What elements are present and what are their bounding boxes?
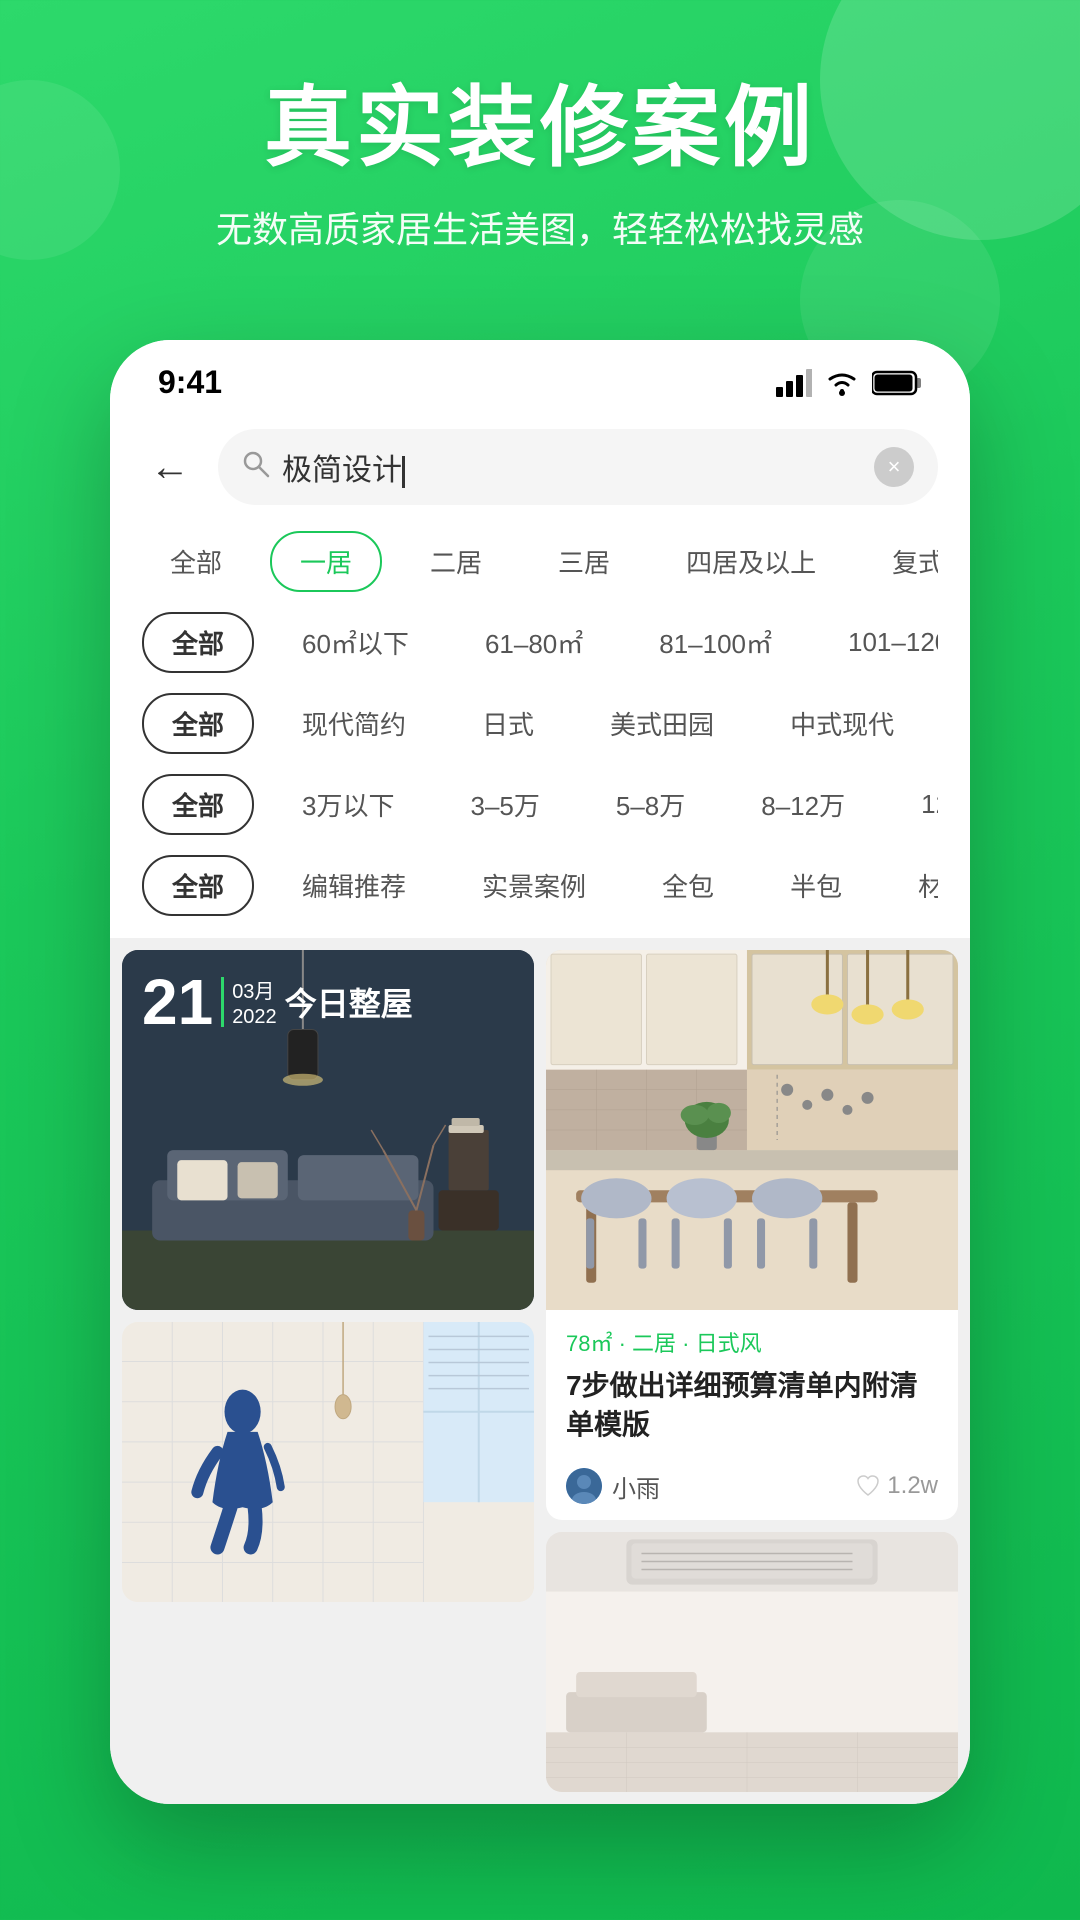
hero-subtitle: 无数高质家居生活美图，轻轻松松找灵感 (0, 201, 1080, 253)
search-query: 极简设计 (282, 445, 862, 489)
filter-all-styles[interactable]: 全部 (142, 693, 254, 754)
filter-budget-3w[interactable]: 3万以下 (274, 776, 422, 833)
filter-2bedroom[interactable]: 二居 (402, 533, 510, 590)
author-name: 小雨 (612, 1469, 660, 1504)
author-avatar (566, 1468, 602, 1504)
signal-icon (776, 369, 812, 397)
filter-3bedroom[interactable]: 三居 (530, 533, 638, 590)
filter-all-area[interactable]: 全部 (142, 612, 254, 673)
filter-all-budgets[interactable]: 全部 (142, 774, 254, 835)
ceiling-bg (546, 1532, 958, 1792)
left-column: 21 03月 2022 今日整屋 (122, 950, 534, 1792)
filter-half-package[interactable]: 半包 (762, 857, 870, 914)
status-bar: 9:41 (110, 340, 970, 413)
status-icons (776, 369, 922, 397)
filter-all-types[interactable]: 全部 (142, 855, 254, 916)
filter-full-package[interactable]: 全包 (634, 857, 742, 914)
filter-modern-simple[interactable]: 现代简约 (274, 695, 434, 752)
today-year: 2022 (232, 1006, 277, 1029)
filter-budget-5-8w[interactable]: 5–8万 (588, 776, 713, 833)
status-time: 9:41 (158, 364, 222, 401)
search-input-container[interactable]: 极简设计 × (218, 429, 938, 505)
kitchen-card-footer: 小雨 1.2w (546, 1460, 958, 1520)
today-divider (221, 977, 224, 1027)
filter-american-garden[interactable]: 美式田园 (582, 695, 742, 752)
today-month: 03月 (232, 975, 277, 1004)
kitchen-image (546, 950, 958, 1310)
filter-81-100sqm[interactable]: 81–100㎡ (631, 614, 800, 671)
kitchen-card-info: 78㎡ · 二居 · 日式风 7步做出详细预算清单内附清单模版 (546, 1310, 958, 1460)
filter-row-room-type: 全部 一居 二居 三居 四居及以上 复式 (142, 521, 938, 602)
filter-editor-pick[interactable]: 编辑推荐 (274, 857, 434, 914)
filter-japanese[interactable]: 日式 (454, 695, 562, 752)
text-cursor (402, 456, 405, 488)
hero-title: 真实装修案例 (0, 80, 1080, 177)
filter-row-budget: 全部 3万以下 3–5万 5–8万 8–12万 12+ (142, 764, 938, 845)
clear-search-button[interactable]: × (874, 447, 914, 487)
right-column: 78㎡ · 二居 · 日式风 7步做出详细预算清单内附清单模版 小雨 (546, 950, 958, 1792)
filter-1bedroom[interactable]: 一居 (270, 531, 382, 592)
battery-icon (872, 370, 922, 396)
filter-row-type: 全部 编辑推荐 实景案例 全包 半包 材料 (142, 845, 938, 926)
today-day: 21 (142, 970, 213, 1034)
today-label: 今日整屋 (285, 979, 413, 1025)
filter-material[interactable]: 材料 (890, 857, 938, 914)
filter-budget-3-5w[interactable]: 3–5万 (442, 776, 567, 833)
filter-chinese-modern[interactable]: 中式现代 (762, 695, 922, 752)
today-feature-card[interactable]: 21 03月 2022 今日整屋 (122, 950, 534, 1310)
ceiling-room-card[interactable] (546, 1532, 958, 1792)
filter-60sqm[interactable]: 60㎡以下 (274, 614, 437, 671)
filter-all-rooms[interactable]: 全部 (142, 533, 250, 590)
tiled-room-card[interactable] (122, 1322, 534, 1602)
kitchen-card-title: 7步做出详细预算清单内附清单模版 (566, 1366, 938, 1444)
heart-icon (855, 1473, 881, 1499)
filter-section: 全部 一居 二居 三居 四居及以上 复式 全部 60㎡以下 61–80㎡ 81–… (110, 521, 970, 938)
kitchen-bg (546, 950, 958, 1310)
tiled-room-bg (122, 1322, 534, 1602)
hero-section: 真实装修案例 无数高质家居生活美图，轻轻松松找灵感 (0, 0, 1080, 253)
filter-61-80sqm[interactable]: 61–80㎡ (457, 614, 611, 671)
author-row: 小雨 (566, 1468, 660, 1504)
filter-row-style: 全部 现代简约 日式 美式田园 中式现代 (142, 683, 938, 764)
filter-duplex[interactable]: 复式 (864, 533, 938, 590)
today-date-small: 03月 2022 (232, 975, 277, 1029)
today-badge: 21 03月 2022 今日整屋 (142, 970, 413, 1034)
filter-real-case[interactable]: 实景案例 (454, 857, 614, 914)
like-row: 1.2w (855, 1472, 938, 1500)
back-button[interactable]: ← (142, 437, 198, 498)
search-icon (242, 450, 270, 485)
filter-4plus-bedroom[interactable]: 四居及以上 (658, 533, 844, 590)
filter-budget-8-12w[interactable]: 8–12万 (733, 776, 873, 833)
content-grid: 21 03月 2022 今日整屋 (110, 938, 970, 1804)
filter-budget-12plus[interactable]: 12+ (893, 779, 938, 830)
kitchen-card[interactable]: 78㎡ · 二居 · 日式风 7步做出详细预算清单内附清单模版 小雨 (546, 950, 958, 1520)
search-bar-row: ← 极简设计 × (110, 413, 970, 521)
filter-101-120sqm[interactable]: 101–120 (820, 617, 938, 668)
wifi-icon (824, 369, 860, 397)
filter-row-area: 全部 60㎡以下 61–80㎡ 81–100㎡ 101–120 (142, 602, 938, 683)
phone-mockup: 9:41 ← (110, 340, 970, 1804)
like-count: 1.2w (887, 1472, 938, 1500)
kitchen-card-tags: 78㎡ · 二居 · 日式风 (566, 1326, 938, 1358)
